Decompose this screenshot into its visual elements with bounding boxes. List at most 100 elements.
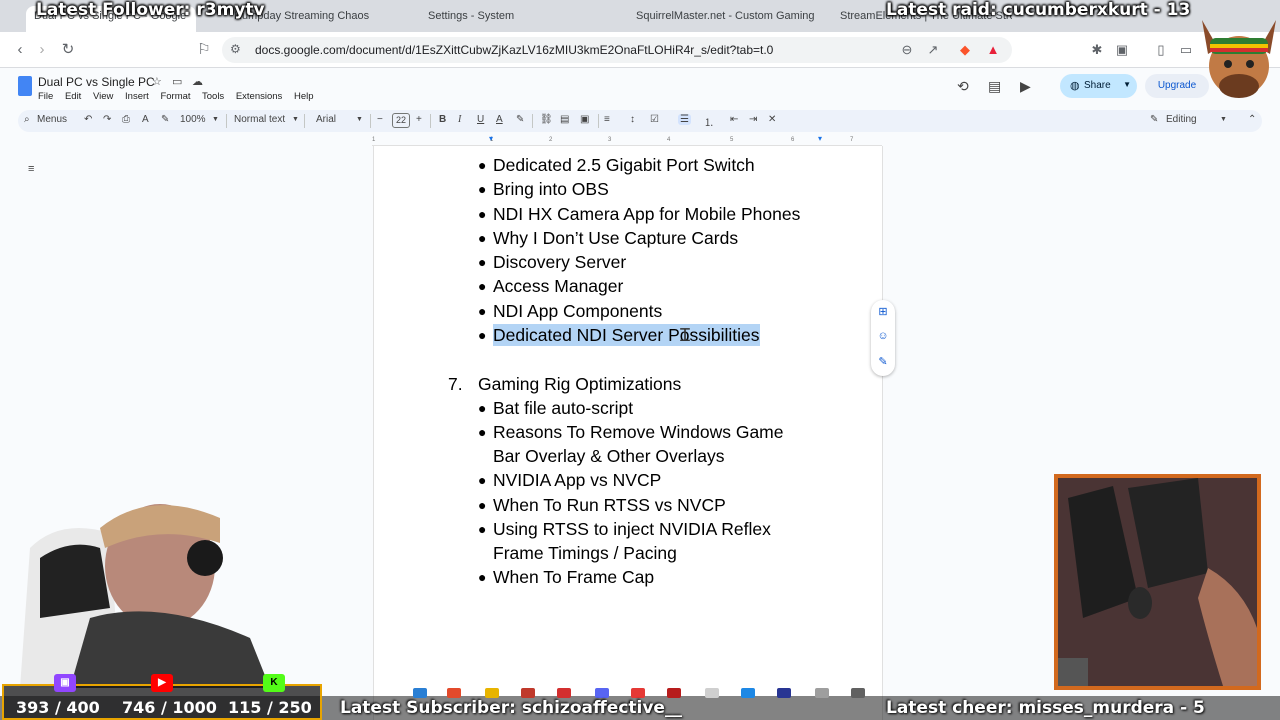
- increase-font-icon[interactable]: +: [416, 114, 422, 125]
- list-item-continuation[interactable]: Bar Overlay & Other Overlays: [493, 445, 724, 467]
- share-button[interactable]: ◍ Share ▼: [1060, 74, 1137, 98]
- list-item[interactable]: Dedicated 2.5 Gigabit Port Switch: [493, 154, 755, 176]
- menu-file[interactable]: File: [38, 91, 53, 102]
- undo-icon[interactable]: ↶: [84, 114, 92, 125]
- insert-image-icon[interactable]: ▣: [580, 114, 589, 125]
- list-item[interactable]: Reasons To Remove Windows Game: [493, 421, 784, 443]
- app-icon: [815, 688, 829, 698]
- list-number: 7.: [448, 374, 463, 394]
- chevron-down-icon[interactable]: ▼: [1123, 80, 1131, 89]
- sidebar-icon[interactable]: ▯: [1153, 42, 1169, 58]
- list-item[interactable]: When To Run RTSS vs NVCP: [493, 494, 726, 516]
- menu-edit[interactable]: Edit: [65, 91, 81, 102]
- reload-icon[interactable]: ↻: [58, 40, 78, 60]
- decrease-indent-icon[interactable]: ⇤: [730, 114, 738, 125]
- search-menus-icon[interactable]: ⌕: [24, 114, 30, 125]
- text-color-icon[interactable]: A: [496, 114, 503, 125]
- tab-squirrelmaster[interactable]: SquirrelMaster.net - Custom Gaming: [628, 6, 818, 32]
- list-item[interactable]: When To Frame Cap: [493, 566, 654, 588]
- chevron-down-icon[interactable]: ▼: [356, 116, 363, 123]
- align-icon[interactable]: ≡: [604, 114, 610, 125]
- document-page[interactable]: ● Dedicated 2.5 Gigabit Port Switch ● Br…: [373, 146, 883, 720]
- highlight-icon[interactable]: ✎: [516, 114, 524, 125]
- spellcheck-icon[interactable]: A: [142, 114, 149, 125]
- add-emoji-icon[interactable]: ☺: [876, 330, 890, 344]
- brave-shield-icon[interactable]: ◆: [956, 42, 974, 58]
- brave-rewards-icon[interactable]: ▲: [984, 42, 1002, 58]
- menu-view[interactable]: View: [93, 91, 113, 102]
- move-folder-icon[interactable]: ▭: [172, 75, 182, 88]
- editing-mode-select[interactable]: ✎ Editing ▼: [1146, 112, 1227, 130]
- paint-format-icon[interactable]: ✎: [161, 114, 169, 125]
- list-item[interactable]: Bat file auto-script: [493, 397, 633, 419]
- bullet-icon: ●: [478, 206, 487, 222]
- star-icon[interactable]: ☆: [152, 75, 162, 88]
- comments-icon[interactable]: ▤: [988, 78, 1001, 95]
- meet-icon[interactable]: ▶: [1020, 78, 1031, 95]
- wallet-icon[interactable]: ▭: [1178, 42, 1194, 58]
- underline-icon[interactable]: U: [477, 114, 484, 125]
- docs-logo-icon[interactable]: [18, 76, 32, 96]
- add-comment-icon[interactable]: ▤: [560, 114, 569, 125]
- increase-indent-icon[interactable]: ⇥: [749, 114, 757, 125]
- bookmark-icon[interactable]: ⚐: [194, 40, 214, 60]
- clear-formatting-icon[interactable]: ✕: [768, 114, 776, 125]
- document-outline-icon[interactable]: ≡: [28, 163, 34, 175]
- media-icon[interactable]: ▣: [1114, 42, 1130, 58]
- bold-icon[interactable]: B: [439, 114, 446, 125]
- section-heading[interactable]: Gaming Rig Optimizations: [478, 373, 681, 395]
- desk-camera-image: [1058, 478, 1257, 686]
- font-select[interactable]: Arial: [316, 114, 336, 125]
- numbered-list-icon[interactable]: ⒈: [704, 114, 714, 129]
- collapse-toolbar-icon[interactable]: ⌃: [1248, 114, 1256, 125]
- zoom-select[interactable]: 100%: [180, 114, 206, 125]
- cloud-status-icon[interactable]: ☁: [192, 75, 203, 88]
- menu-insert[interactable]: Insert: [125, 91, 149, 102]
- list-item-continuation[interactable]: Frame Timings / Pacing: [493, 542, 677, 564]
- list-item[interactable]: Bring into OBS: [493, 178, 609, 200]
- checklist-icon[interactable]: ☑: [650, 114, 659, 125]
- add-comment-icon[interactable]: ⊞: [876, 305, 890, 319]
- menu-extensions[interactable]: Extensions: [236, 91, 282, 102]
- ruler[interactable]: 1 1 2 3 4 5 6 7 ▾ ▾: [372, 134, 882, 146]
- redo-icon[interactable]: ↷: [103, 114, 111, 125]
- decrease-font-icon[interactable]: −: [377, 114, 383, 125]
- list-item[interactable]: Using RTSS to inject NVIDIA Reflex: [493, 518, 771, 540]
- list-item[interactable]: NDI HX Camera App for Mobile Phones: [493, 203, 800, 225]
- list-item-selected[interactable]: Dedicated NDI Server Possibilities: [493, 324, 760, 346]
- share-page-icon[interactable]: ↗: [924, 42, 942, 58]
- tab-settings[interactable]: Settings - System: [420, 6, 600, 32]
- menus-search[interactable]: Menus: [37, 114, 67, 125]
- list-item[interactable]: Access Manager: [493, 275, 623, 297]
- menu-format[interactable]: Format: [160, 91, 190, 102]
- right-indent-marker-icon[interactable]: ▾: [818, 134, 822, 143]
- app-icon: [557, 688, 571, 698]
- indent-marker-icon[interactable]: ▾: [489, 134, 493, 143]
- forward-icon[interactable]: ›: [32, 40, 52, 60]
- extensions-icon[interactable]: ✱: [1089, 42, 1105, 58]
- list-item[interactable]: NVIDIA App vs NVCP: [493, 469, 661, 491]
- line-spacing-icon[interactable]: ↕: [630, 114, 635, 125]
- app-icon: [485, 688, 499, 698]
- back-icon[interactable]: ‹: [10, 40, 30, 60]
- list-item[interactable]: Discovery Server: [493, 251, 626, 273]
- italic-icon[interactable]: I: [458, 114, 461, 125]
- style-select[interactable]: Normal text: [234, 114, 285, 125]
- chevron-down-icon[interactable]: ▼: [292, 116, 299, 123]
- menu-help[interactable]: Help: [294, 91, 314, 102]
- list-item[interactable]: Why I Don’t Use Capture Cards: [493, 227, 738, 249]
- site-info-icon[interactable]: ⚙: [230, 42, 241, 56]
- address-bar[interactable]: ⚙ docs.google.com/document/d/1EsZXittCub…: [222, 37, 1012, 63]
- document-title[interactable]: Dual PC vs Single PC: [38, 75, 155, 89]
- link-icon[interactable]: ⛓: [540, 114, 553, 125]
- suggest-edits-icon[interactable]: ✎: [876, 355, 890, 369]
- app-icon: [595, 688, 609, 698]
- bulleted-list-icon[interactable]: ☰: [678, 114, 691, 125]
- font-size-input[interactable]: 22: [392, 113, 410, 128]
- zoom-icon[interactable]: ⊖: [898, 42, 916, 58]
- chevron-down-icon[interactable]: ▼: [212, 116, 219, 123]
- menu-tools[interactable]: Tools: [202, 91, 224, 102]
- list-item[interactable]: NDI App Components: [493, 300, 662, 322]
- print-icon[interactable]: ⎙: [122, 114, 130, 125]
- version-history-icon[interactable]: ⟲: [957, 78, 969, 95]
